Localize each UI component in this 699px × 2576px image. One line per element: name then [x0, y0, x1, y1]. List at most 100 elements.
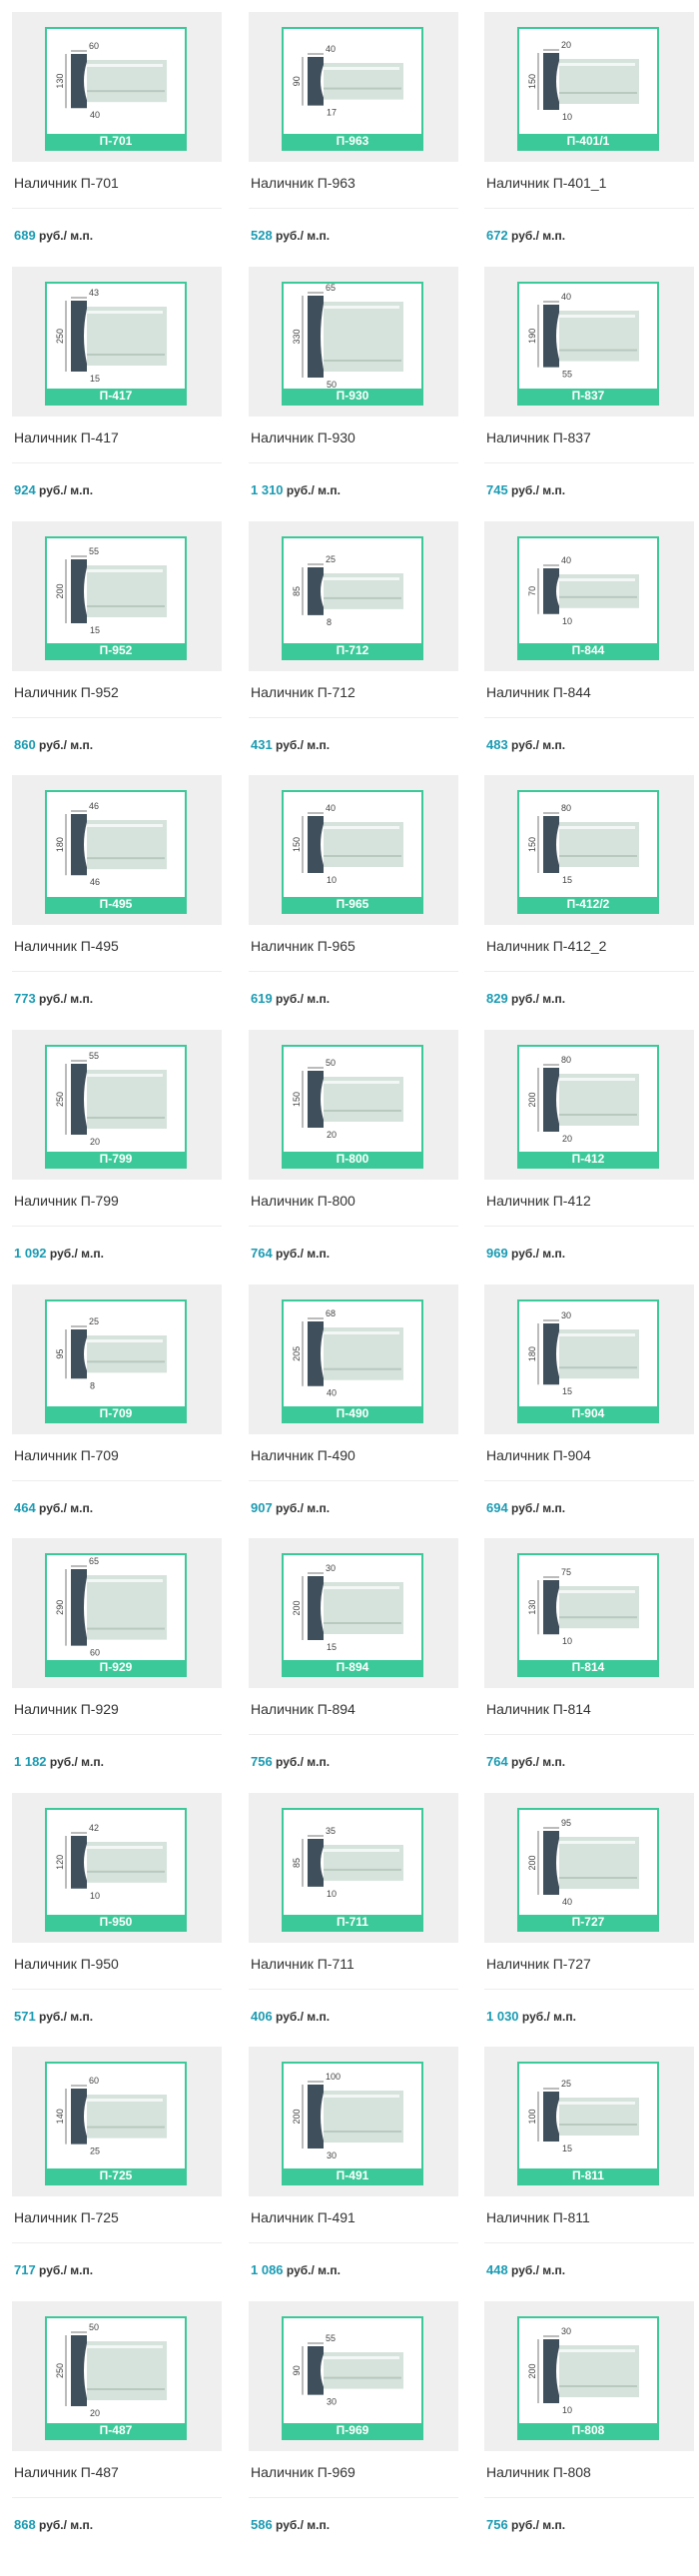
product-title[interactable]: Наличник П-800 — [251, 1193, 355, 1209]
product-code-label: П-965 — [284, 897, 421, 912]
product-price: 406 руб./ м.п. — [251, 2009, 330, 2024]
product-image[interactable]: 90 40 17 П-963 — [249, 12, 458, 162]
product-title[interactable]: Наличник П-844 — [486, 684, 591, 700]
product-title[interactable]: Наличник П-904 — [486, 1447, 591, 1463]
price-unit: руб./ м.п. — [511, 229, 566, 243]
product-image[interactable]: 150 50 20 П-800 — [249, 1030, 458, 1180]
product-image[interactable]: 205 68 40 П-490 — [249, 1285, 458, 1434]
product-title[interactable]: Наличник П-808 — [486, 2464, 591, 2480]
divider — [249, 1734, 458, 1735]
product-title[interactable]: Наличник П-837 — [486, 429, 591, 445]
product-image[interactable]: 150 80 15 П-412/2 — [484, 775, 694, 925]
molding-ridge — [87, 90, 165, 93]
product-title[interactable]: Наличник П-963 — [251, 175, 355, 191]
product-image[interactable]: 85 35 10 П-711 — [249, 1793, 458, 1943]
product-code-label: П-401/1 — [519, 134, 657, 149]
product-price: 586 руб./ м.п. — [251, 2517, 330, 2532]
product-image[interactable]: 200 100 30 П-491 — [249, 2047, 458, 2196]
width-dimension: 46 — [89, 801, 99, 811]
product-title[interactable]: Наличник П-799 — [14, 1193, 119, 1209]
product-title[interactable]: Наличник П-811 — [486, 2209, 590, 2225]
product-image[interactable]: 200 30 15 П-894 — [249, 1538, 458, 1688]
product-image[interactable]: 180 30 15 П-904 — [484, 1285, 694, 1434]
profile-drawing: 85 25 8 П-712 — [282, 536, 423, 660]
molding-ridge — [87, 1627, 165, 1630]
product-title[interactable]: Наличник П-412 — [486, 1193, 591, 1209]
product-image[interactable]: 190 40 55 П-837 — [484, 267, 694, 417]
product-title[interactable]: Наличник П-401_1 — [486, 175, 606, 191]
profile-drawing: 90 40 17 П-963 — [282, 27, 423, 151]
product-title[interactable]: Наличник П-417 — [14, 429, 119, 445]
product-price: 448 руб./ м.п. — [486, 2262, 565, 2277]
product-image[interactable]: 250 50 20 П-487 — [12, 2301, 222, 2451]
product-title[interactable]: Наличник П-930 — [251, 429, 355, 445]
product-title[interactable]: Наличник П-487 — [14, 2464, 119, 2480]
product-title[interactable]: Наличник П-725 — [14, 2209, 119, 2225]
product-image[interactable]: 85 25 8 П-712 — [249, 521, 458, 671]
product-image[interactable]: 200 80 20 П-412 — [484, 1030, 694, 1180]
profile-drawing: 250 43 15 П-417 — [45, 282, 187, 406]
divider — [249, 1226, 458, 1227]
product-title[interactable]: Наличник П-894 — [251, 1701, 355, 1717]
product-price: 756 руб./ м.п. — [486, 2517, 565, 2532]
molding-ridge — [559, 92, 637, 94]
price-value: 571 — [14, 2009, 36, 2024]
product-title[interactable]: Наличник П-965 — [251, 938, 355, 954]
product-title[interactable]: Наличник П-490 — [251, 1447, 355, 1463]
product-image[interactable]: 200 55 15 П-952 — [12, 521, 222, 671]
product-image[interactable]: 150 20 10 П-401/1 — [484, 12, 694, 162]
product-image[interactable]: 70 40 10 П-844 — [484, 521, 694, 671]
molding-profile-icon: 250 43 15 — [55, 288, 167, 384]
product-image[interactable]: 250 55 20 П-799 — [12, 1030, 222, 1180]
price-value: 924 — [14, 482, 36, 497]
product-image[interactable]: 200 95 40 П-727 — [484, 1793, 694, 1943]
product-image[interactable]: 120 42 10 П-950 — [12, 1793, 222, 1943]
molding-ridge — [87, 1870, 165, 1873]
molding-profile-icon: 200 30 10 — [527, 2326, 639, 2415]
height-dimension: 120 — [55, 1855, 65, 1870]
product-price: 464 руб./ м.п. — [14, 1500, 93, 1515]
product-title[interactable]: Наличник П-709 — [14, 1447, 119, 1463]
price-unit: руб./ м.п. — [39, 2010, 94, 2024]
product-image[interactable]: 180 46 46 П-495 — [12, 775, 222, 925]
product-image[interactable]: 330 65 50 П-930 — [249, 267, 458, 417]
product-title[interactable]: Наличник П-701 — [14, 175, 119, 191]
product-image[interactable]: 290 65 60 П-929 — [12, 1538, 222, 1688]
molding-body — [559, 1837, 639, 1889]
product-image[interactable]: 130 60 40 П-701 — [12, 12, 222, 162]
product-title[interactable]: Наличник П-711 — [251, 1956, 354, 1972]
product-image[interactable]: 250 43 15 П-417 — [12, 267, 222, 417]
product-title[interactable]: Наличник П-412_2 — [486, 938, 606, 954]
width-dimension: 30 — [326, 1563, 336, 1573]
price-value: 464 — [14, 1500, 36, 1515]
product-image[interactable]: 95 25 8 П-709 — [12, 1285, 222, 1434]
product-title[interactable]: Наличник П-495 — [14, 938, 119, 954]
product-code-label: П-811 — [519, 2168, 657, 2183]
product-title[interactable]: Наличник П-950 — [14, 1956, 119, 1972]
product-title[interactable]: Наличник П-969 — [251, 2464, 355, 2480]
molding-body — [87, 307, 167, 366]
price-unit: руб./ м.п. — [276, 1755, 331, 1769]
product-image[interactable]: 100 25 15 П-811 — [484, 2047, 694, 2196]
molding-ridge — [559, 1114, 637, 1116]
product-title[interactable]: Наличник П-929 — [14, 1701, 119, 1717]
molding-ridge — [324, 2356, 399, 2359]
product-title[interactable]: Наличник П-814 — [486, 1701, 591, 1717]
price-value: 672 — [486, 228, 508, 243]
product-title[interactable]: Наличник П-491 — [251, 2209, 355, 2225]
product-image[interactable]: 130 75 10 П-814 — [484, 1538, 694, 1688]
product-image[interactable]: 140 60 25 П-725 — [12, 2047, 222, 2196]
molding-body — [324, 1582, 403, 1634]
product-title[interactable]: Наличник П-727 — [486, 1956, 591, 1972]
product-title[interactable]: Наличник П-952 — [14, 684, 119, 700]
product-image[interactable]: 150 40 10 П-965 — [249, 775, 458, 925]
width-dimension: 55 — [89, 546, 99, 556]
profile-drawing: 150 50 20 П-800 — [282, 1045, 423, 1169]
product-price: 528 руб./ м.п. — [251, 228, 330, 243]
profile-drawing: 200 30 15 П-894 — [282, 1553, 423, 1677]
product-image[interactable]: 200 30 10 П-808 — [484, 2301, 694, 2451]
product-title[interactable]: Наличник П-712 — [251, 684, 355, 700]
price-unit: руб./ м.п. — [276, 1501, 331, 1515]
base-dimension: 10 — [562, 2405, 572, 2415]
product-image[interactable]: 90 55 30 П-969 — [249, 2301, 458, 2451]
